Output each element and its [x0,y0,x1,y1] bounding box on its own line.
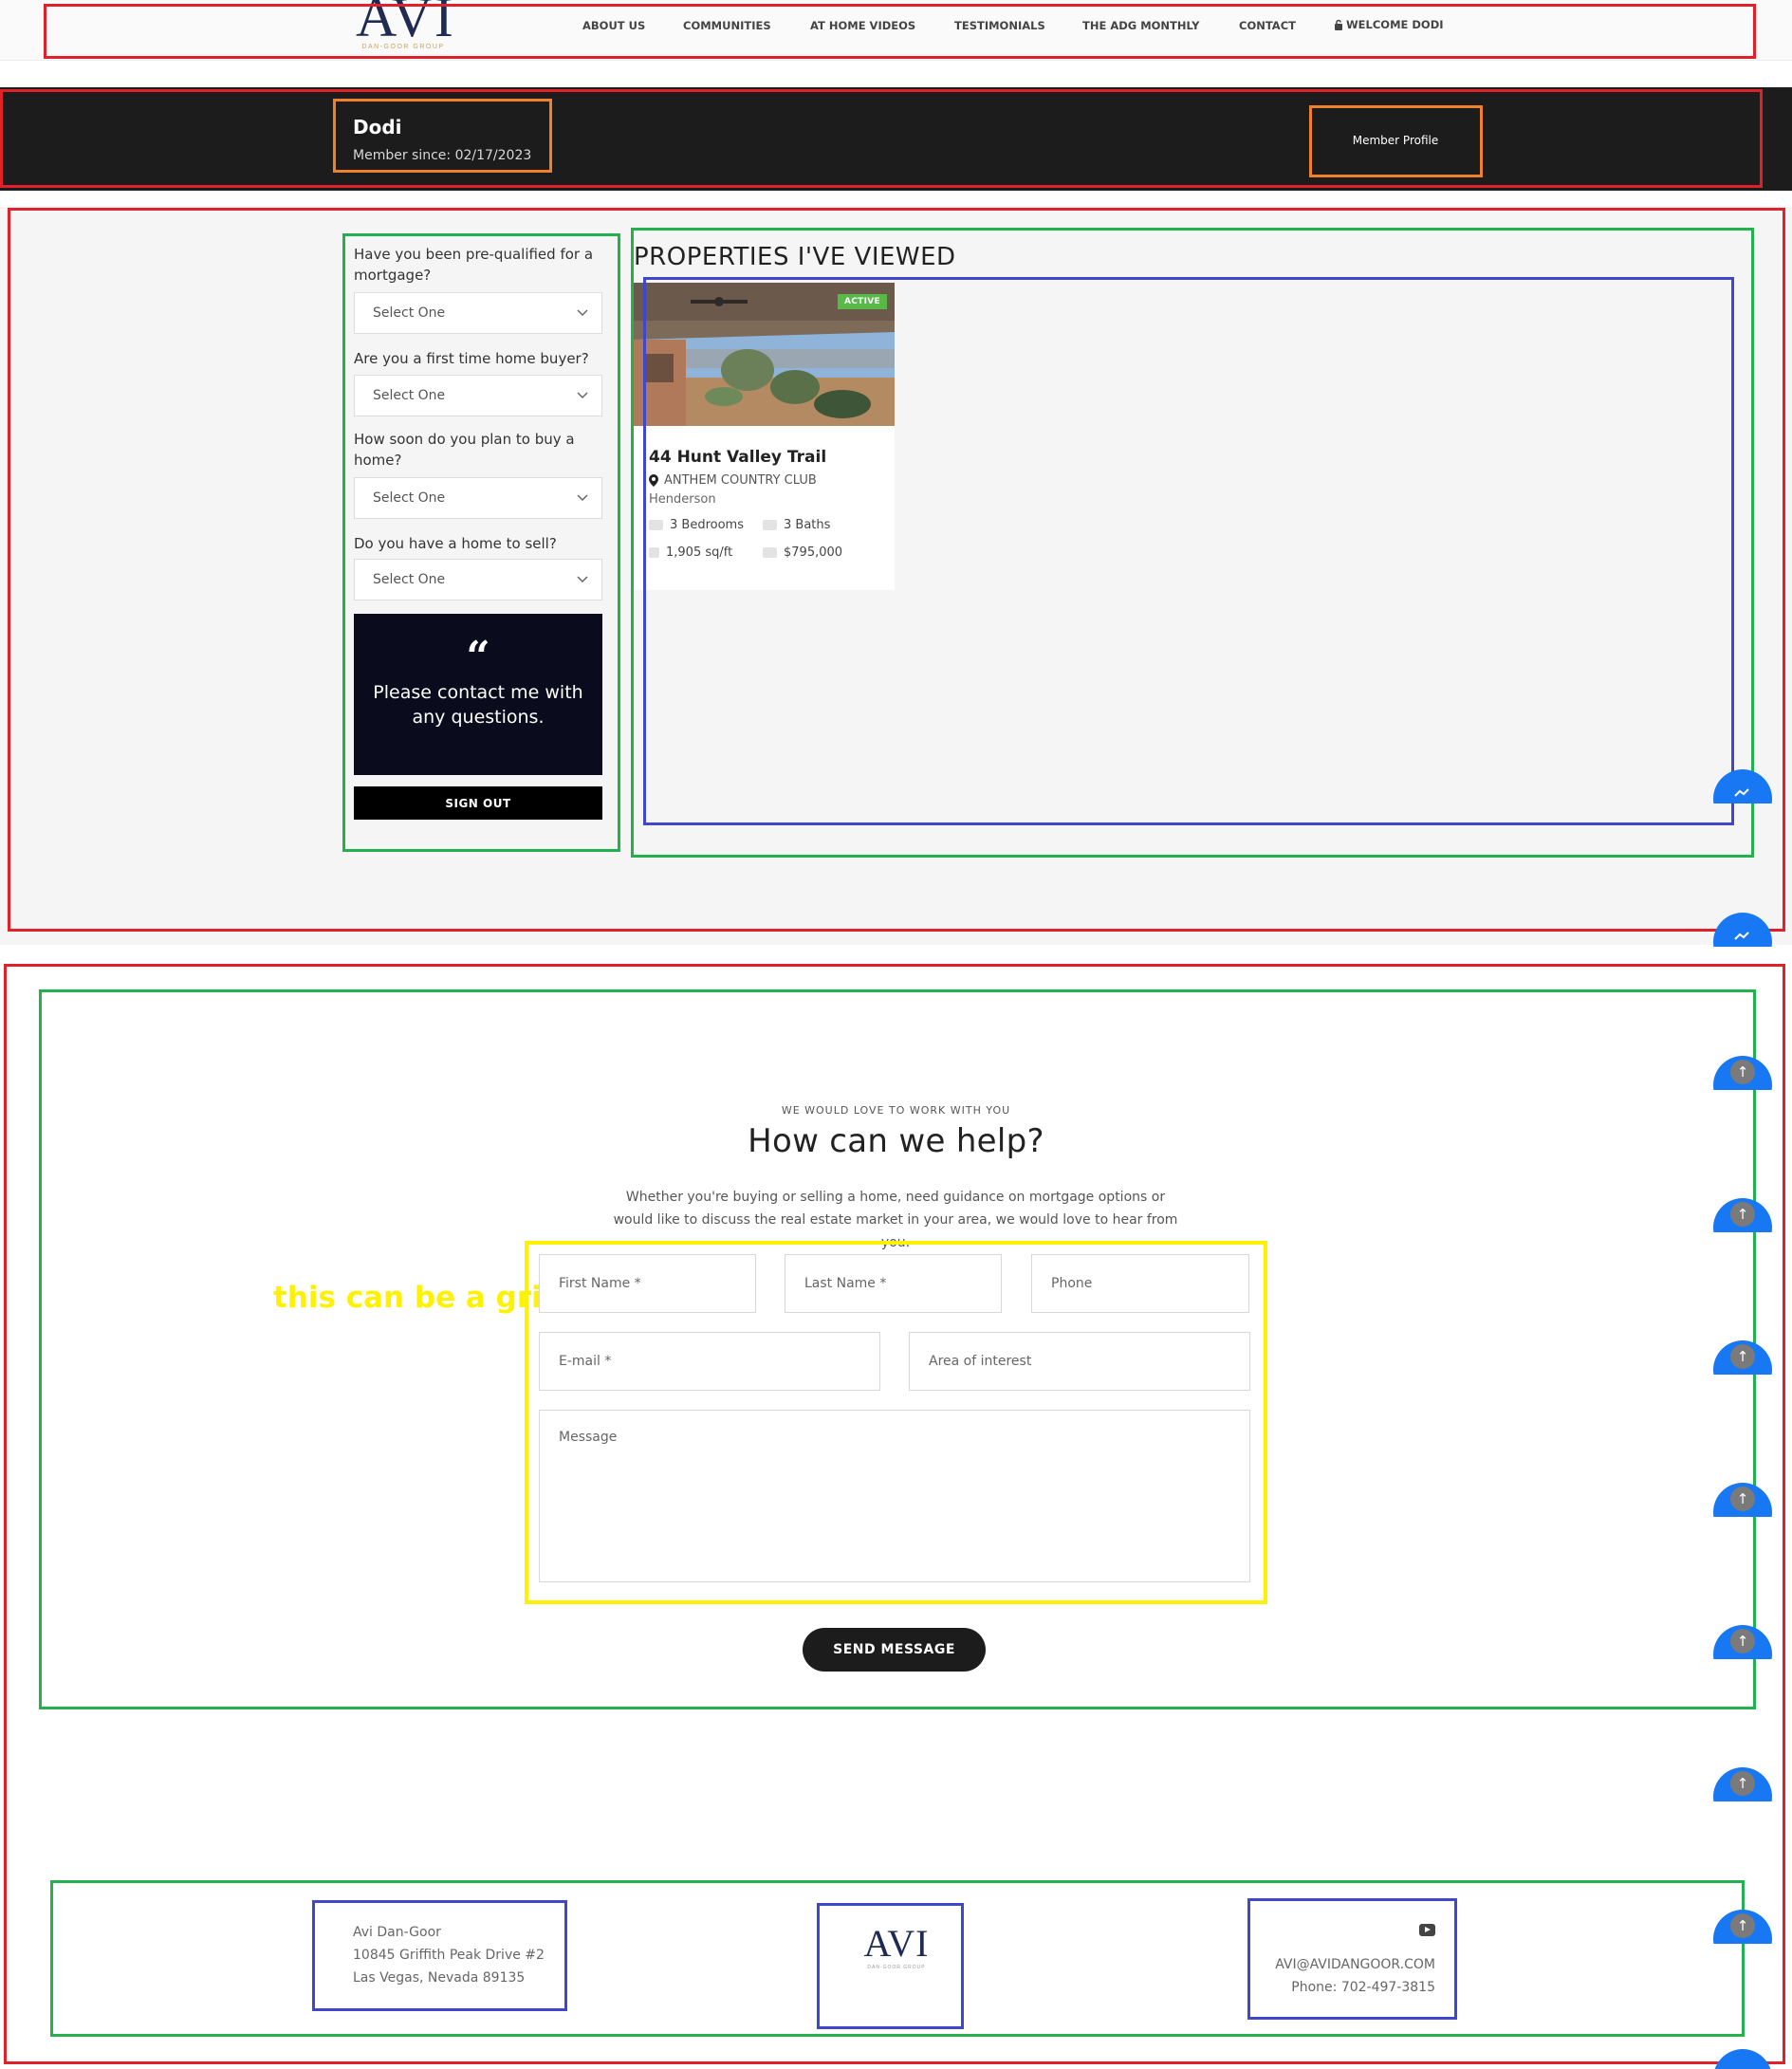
scroll-top-button[interactable] [1713,2049,1772,2069]
arrow-up-icon: ↑ [1730,1629,1755,1653]
annotation-sidebar-box [342,233,620,852]
scroll-top-button[interactable]: ↑ [1713,1198,1772,1232]
scroll-top-button[interactable]: ↑ [1713,1056,1772,1090]
arrow-up-icon: ↑ [1730,1771,1755,1796]
annotation-property-list [643,277,1734,825]
messenger-button[interactable] [1713,913,1772,947]
messenger-button[interactable] [1713,769,1772,804]
scroll-top-button[interactable]: ↑ [1713,1625,1772,1659]
annotation-footer-contact [1247,1898,1457,2020]
annotation-footer-logo [817,1903,964,2029]
annotation-form-grid [525,1241,1267,1604]
messenger-icon [1734,932,1749,940]
messenger-icon [1734,788,1749,797]
arrow-up-icon: ↑ [1730,1344,1755,1369]
annotation-footer-address [312,1900,567,2011]
arrow-up-icon: ↑ [1730,1060,1755,1084]
annotation-member-box [0,89,1763,188]
scroll-top-button[interactable]: ↑ [1713,1483,1772,1517]
annotation-member-info [333,99,552,173]
annotation-member-profile [1309,105,1483,177]
arrow-up-icon: ↑ [1730,1913,1755,1938]
scroll-top-button[interactable]: ↑ [1713,1767,1772,1801]
annotation-header-box [44,4,1756,59]
arrow-up-icon: ↑ [1730,1202,1755,1227]
arrow-up-icon: ↑ [1730,1487,1755,1511]
scroll-top-button[interactable]: ↑ [1713,1340,1772,1375]
scroll-top-button[interactable]: ↑ [1713,1910,1772,1944]
